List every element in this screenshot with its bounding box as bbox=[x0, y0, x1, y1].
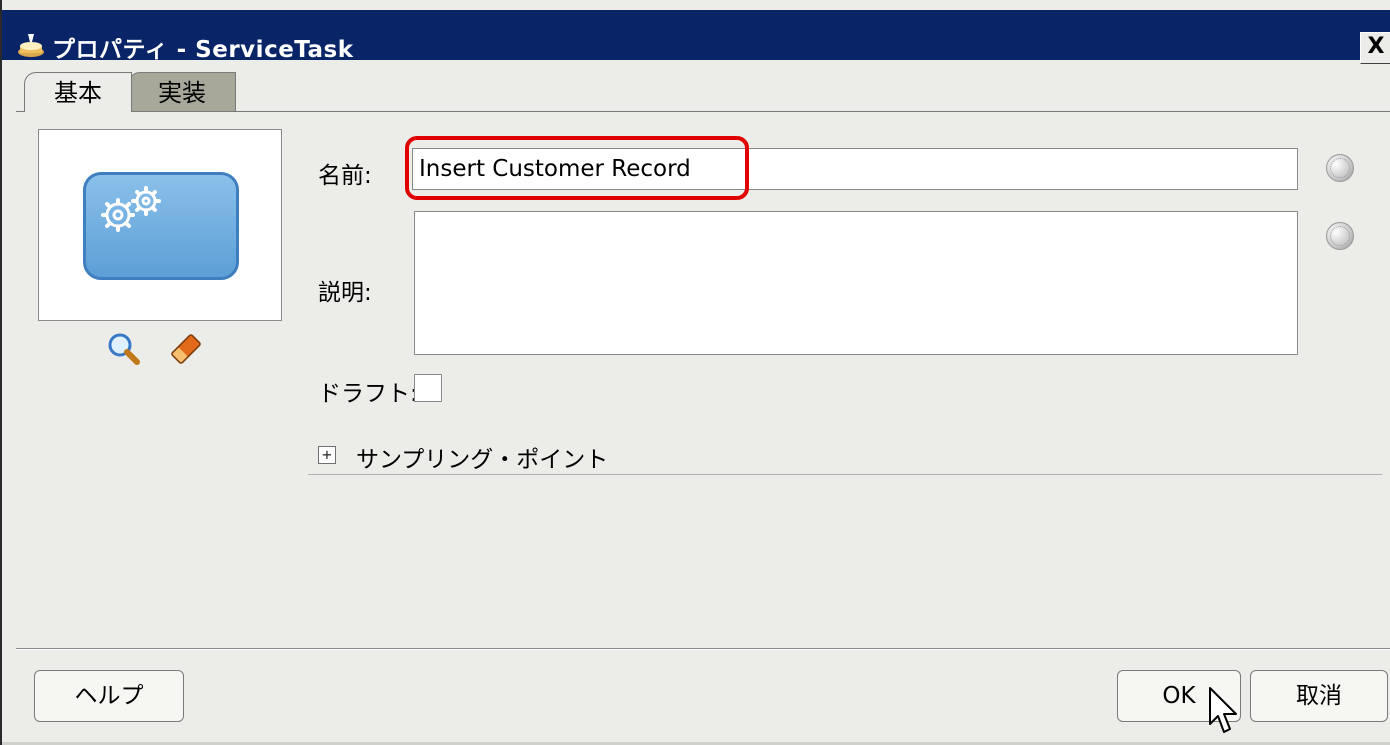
cancel-button[interactable]: 取消 bbox=[1250, 670, 1388, 722]
service-task-shape bbox=[83, 172, 239, 280]
window-title: プロパティ - ServiceTask bbox=[52, 37, 354, 63]
sampling-points-label[interactable]: サンプリング・ポイント bbox=[356, 440, 608, 474]
expand-icon[interactable]: + bbox=[318, 446, 336, 464]
description-textarea[interactable] bbox=[414, 211, 1298, 355]
window-icon bbox=[18, 34, 44, 57]
tab-implementation[interactable]: 実装 bbox=[128, 72, 236, 112]
close-button[interactable]: X bbox=[1360, 32, 1390, 64]
draft-label: ドラフト: bbox=[318, 381, 418, 407]
highlight-annotation bbox=[405, 136, 749, 200]
tab-basic[interactable]: 基本 bbox=[24, 72, 132, 112]
properties-dialog: プロパティ - ServiceTask X 基本 実装 名前: Insert C… bbox=[0, 0, 1390, 745]
close-icon: X bbox=[1367, 34, 1385, 59]
name-label: 名前: bbox=[318, 163, 372, 189]
gears-icon bbox=[101, 186, 161, 232]
footer-divider-highlight bbox=[16, 649, 1390, 650]
task-preview bbox=[38, 129, 282, 321]
section-divider bbox=[308, 474, 1382, 475]
cursor-icon bbox=[1209, 687, 1237, 733]
title-bar: プロパティ - ServiceTask X bbox=[2, 10, 1390, 64]
search-icon[interactable] bbox=[107, 332, 141, 366]
globe-icon[interactable] bbox=[1326, 222, 1354, 250]
draft-checkbox[interactable] bbox=[414, 374, 442, 402]
description-label: 説明: bbox=[318, 280, 372, 306]
eraser-icon[interactable] bbox=[168, 331, 204, 367]
help-button[interactable]: ヘルプ bbox=[34, 670, 184, 722]
globe-icon[interactable] bbox=[1326, 154, 1354, 182]
